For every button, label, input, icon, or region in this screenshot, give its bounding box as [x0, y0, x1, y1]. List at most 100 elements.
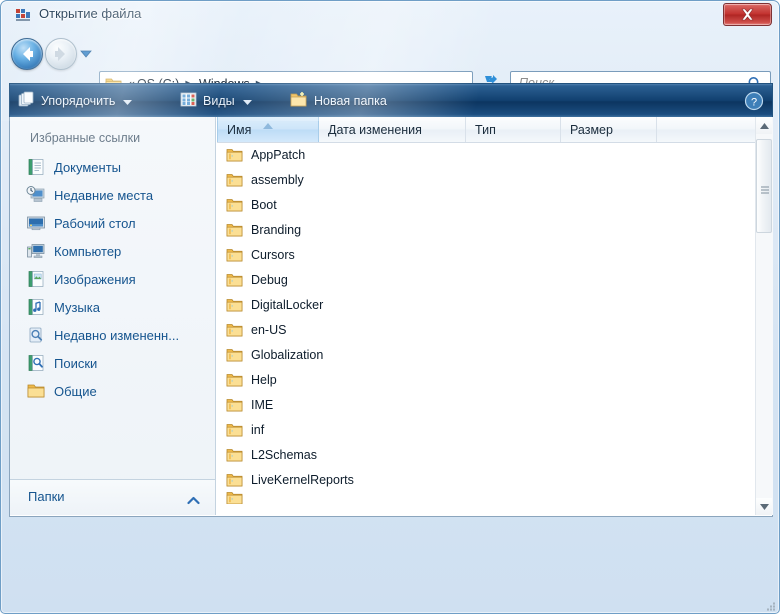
sidebar-item-recently-changed[interactable]: Недавно измененн...	[10, 321, 215, 349]
back-arrow-icon[interactable]	[11, 38, 43, 70]
sidebar-item-label: Недавние места	[54, 187, 154, 203]
file-name: inf	[251, 422, 265, 437]
folder-icon	[226, 172, 243, 188]
close-button[interactable]	[723, 3, 772, 26]
file-rows: AppPatch assembly Boot Branding Cursors	[217, 142, 757, 504]
file-name: assembly	[251, 172, 304, 187]
pictures-icon	[26, 269, 46, 289]
sidebar-item-music[interactable]: Музыка	[10, 293, 215, 321]
organize-button[interactable]: Упорядочить	[18, 84, 133, 118]
vertical-scrollbar[interactable]	[755, 117, 773, 515]
file-name: en-US	[251, 322, 287, 337]
sidebar-item-label: Рабочий стол	[54, 215, 136, 231]
folder-icon	[226, 472, 243, 488]
window-title: Открытие файла	[39, 6, 142, 21]
file-name: Cursors	[251, 247, 295, 262]
folder-icon	[226, 372, 243, 388]
file-name: Debug	[251, 272, 288, 287]
grip-icon	[761, 182, 769, 200]
desktop-icon	[26, 213, 46, 233]
sidebar-item-label: Поиски	[54, 355, 98, 371]
sidebar-item-label: Компьютер	[54, 243, 122, 259]
table-row[interactable]: L2Schemas	[217, 442, 757, 467]
folder-icon	[226, 347, 243, 363]
views-button[interactable]: Виды	[180, 84, 252, 118]
table-row[interactable]: AppPatch	[217, 142, 757, 167]
favorites-sidebar: Избранные ссылки Документы Недавние мест…	[10, 117, 216, 515]
sidebar-item-computer[interactable]: Компьютер	[10, 237, 215, 265]
sidebar-item-documents[interactable]: Документы	[10, 153, 215, 181]
folder-icon	[226, 322, 243, 338]
table-row[interactable]: en-US	[217, 317, 757, 342]
file-list: Имя Дата изменения Тип Размер AppPatch a…	[217, 117, 773, 515]
searches-icon	[26, 353, 46, 373]
views-chevron-down-icon	[242, 94, 252, 108]
scrollbar-thumb[interactable]	[756, 139, 772, 233]
music-icon	[26, 297, 46, 317]
folder-icon	[226, 147, 243, 163]
folders-pane-toggle[interactable]: Папки	[10, 479, 215, 515]
file-name: Branding	[251, 222, 302, 237]
recent-pages-chevron-down-icon[interactable]	[79, 47, 93, 59]
column-header-extra[interactable]	[657, 117, 756, 142]
sidebar-item-recent-places[interactable]: Недавние места	[10, 181, 215, 209]
column-headers: Имя Дата изменения Тип Размер	[217, 117, 773, 143]
forward-arrow-icon[interactable]	[45, 38, 77, 70]
table-row[interactable]: LiveKernelReports	[217, 467, 757, 492]
column-header-label: Размер	[570, 122, 613, 137]
column-header-label: Имя	[227, 122, 252, 137]
file-name: Boot	[251, 197, 277, 212]
documents-icon	[26, 157, 46, 177]
recent-places-icon	[26, 185, 46, 205]
dialog-footer: Имя файла: Ремонт комнаты Файлы АРПС (*.…	[1, 519, 779, 613]
table-row[interactable]: Help	[217, 367, 757, 392]
file-name: L2Schemas	[251, 447, 318, 462]
views-label: Виды	[203, 94, 235, 108]
help-icon[interactable]: ?	[744, 91, 764, 111]
folder-icon	[226, 447, 243, 463]
sort-ascending-icon	[263, 118, 273, 132]
scroll-up-icon[interactable]	[756, 117, 772, 134]
table-row[interactable]: Cursors	[217, 242, 757, 267]
computer-icon	[26, 241, 46, 261]
table-row[interactable]: Branding	[217, 217, 757, 242]
sidebar-list: Документы Недавние места Рабочий стол Ко…	[10, 153, 215, 405]
recently-changed-icon	[26, 325, 46, 345]
folder-icon	[226, 397, 243, 413]
folder-icon	[226, 422, 243, 438]
chevron-up-icon[interactable]	[187, 492, 200, 510]
resize-grip-icon[interactable]	[764, 599, 776, 611]
folder-icon	[226, 222, 243, 238]
table-row[interactable]: Debug	[217, 267, 757, 292]
folder-icon	[226, 197, 243, 213]
organize-label: Упорядочить	[41, 94, 116, 108]
toolbar: Упорядочить Виды Новая папка ?	[9, 83, 773, 117]
folder-icon	[226, 247, 243, 263]
new-folder-icon	[290, 91, 308, 111]
column-header-name[interactable]: Имя	[217, 117, 319, 142]
organize-chevron-down-icon	[123, 94, 133, 108]
table-row[interactable]: IME	[217, 392, 757, 417]
table-row[interactable]: assembly	[217, 167, 757, 192]
sidebar-item-pictures[interactable]: Изображения	[10, 265, 215, 293]
table-row[interactable]: Globalization	[217, 342, 757, 367]
sidebar-header: Избранные ссылки	[30, 131, 141, 145]
new-folder-button[interactable]: Новая папка	[290, 84, 387, 118]
sidebar-item-desktop[interactable]: Рабочий стол	[10, 209, 215, 237]
column-header-type[interactable]: Тип	[466, 117, 561, 142]
sidebar-item-label: Изображения	[54, 271, 136, 287]
column-header-size[interactable]: Размер	[561, 117, 657, 142]
table-row[interactable]: DigitalLocker	[217, 292, 757, 317]
blocks-icon	[14, 6, 32, 24]
table-row[interactable]: inf	[217, 417, 757, 442]
file-name: Help	[251, 372, 277, 387]
column-header-date-modified[interactable]: Дата изменения	[319, 117, 466, 142]
table-row[interactable]: Boot	[217, 192, 757, 217]
sidebar-item-searches[interactable]: Поиски	[10, 349, 215, 377]
table-row[interactable]	[217, 492, 757, 504]
grid-view-icon	[180, 91, 197, 111]
folder-icon	[226, 297, 243, 313]
scroll-down-icon[interactable]	[756, 498, 772, 515]
sidebar-item-public[interactable]: Общие	[10, 377, 215, 405]
sidebar-item-label: Документы	[54, 159, 122, 175]
